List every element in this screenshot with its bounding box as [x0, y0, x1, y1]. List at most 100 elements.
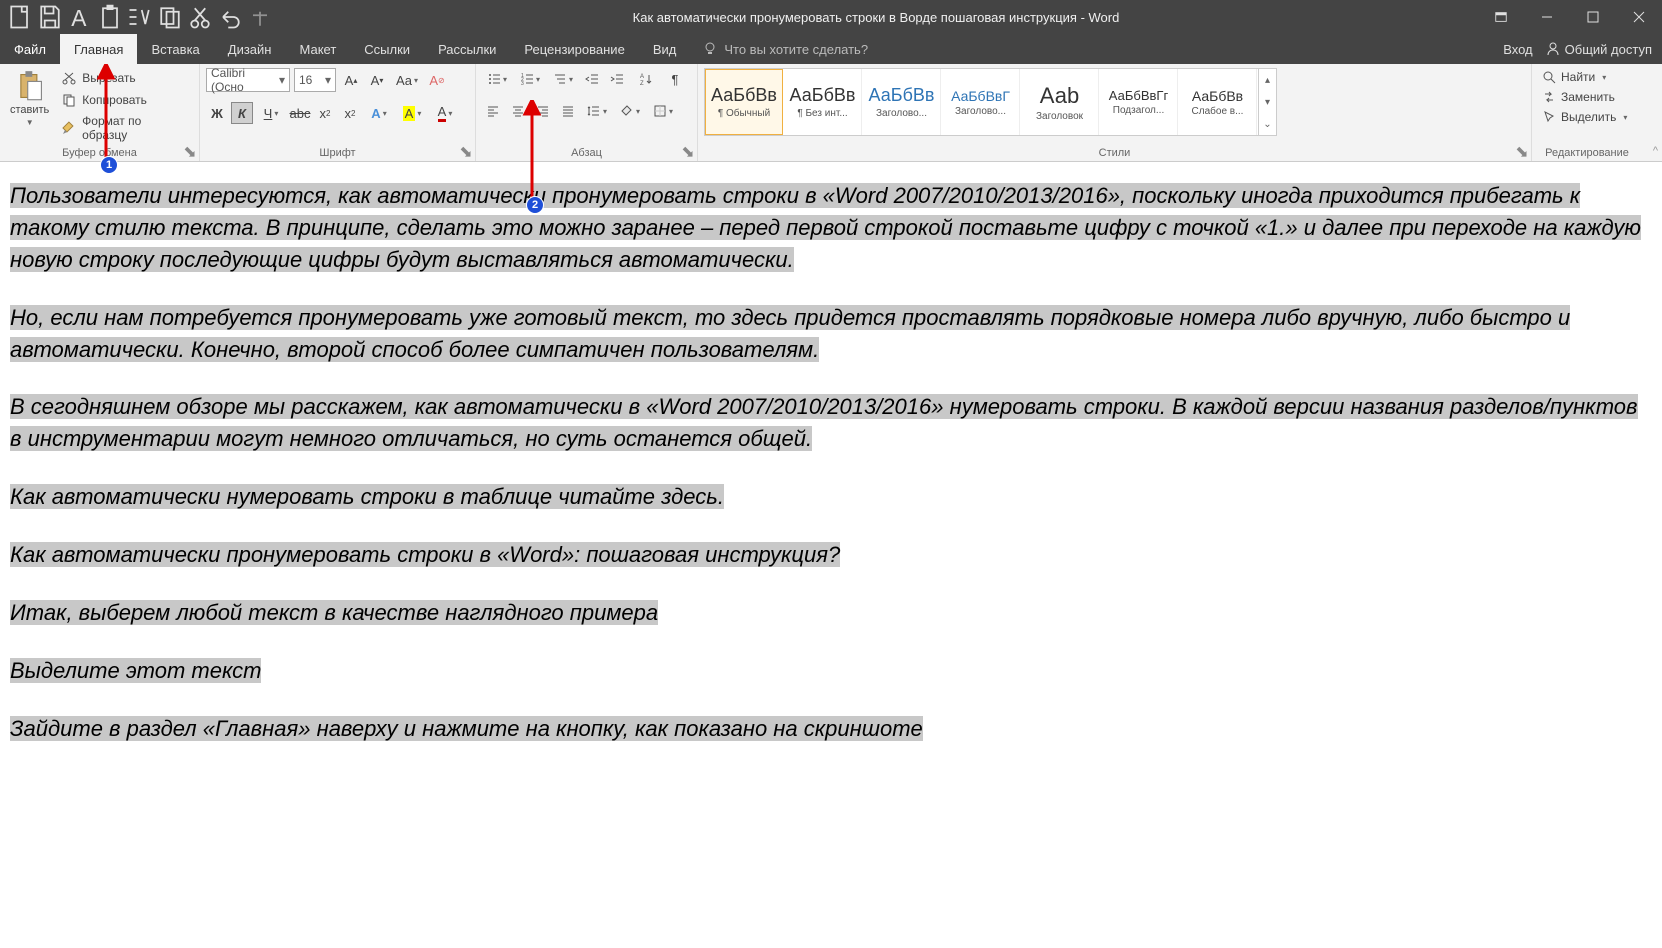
group-font-label: Шрифт — [206, 145, 469, 161]
paragraph-launcher[interactable]: ⬊ — [681, 145, 695, 159]
arrow-annotation-1 — [96, 64, 116, 164]
new-doc-icon[interactable] — [6, 3, 34, 31]
styles-gallery[interactable]: АаБбВв¶ Обычный АаБбВв¶ Без инт... АаБбВ… — [704, 68, 1277, 136]
scissors-icon — [61, 70, 77, 86]
tell-me-placeholder: Что вы хотите сделать? — [724, 42, 868, 57]
share-button[interactable]: Общий доступ — [1545, 41, 1652, 57]
undo-icon[interactable] — [216, 3, 244, 31]
superscript-button[interactable]: x2 — [339, 102, 361, 124]
clipboard-launcher[interactable]: ⬊ — [183, 145, 197, 159]
grow-font-button[interactable]: A▴ — [340, 69, 362, 91]
text-effects-button[interactable]: A▾ — [364, 102, 394, 124]
strike-button[interactable]: abc — [289, 102, 311, 124]
ribbon-display-icon[interactable] — [1478, 0, 1524, 34]
select-button[interactable]: Выделить▾ — [1538, 108, 1631, 126]
font-color-button[interactable]: A▾ — [430, 102, 460, 124]
increase-indent-button[interactable] — [606, 68, 628, 90]
font-launcher[interactable]: ⬊ — [459, 145, 473, 159]
sort-button[interactable]: AZ — [631, 68, 661, 90]
tab-layout[interactable]: Макет — [285, 34, 350, 64]
multilevel-button[interactable]: ▾ — [548, 68, 578, 90]
style-subtle[interactable]: АаБбВвСлабое в... — [1179, 69, 1257, 135]
styles-more-button[interactable]: ⌄ — [1259, 113, 1276, 135]
document-area[interactable]: Пользователи интересуются, как автоматич… — [0, 162, 1662, 789]
quick-access-toolbar: A — [0, 3, 274, 31]
title-bar: A Как автоматически пронумеровать строки… — [0, 0, 1662, 34]
styles-down-button[interactable]: ▾ — [1259, 91, 1276, 113]
show-marks-button[interactable]: ¶ — [664, 68, 686, 90]
clipboard-icon — [16, 70, 44, 102]
line-spacing-button[interactable]: ▾ — [582, 100, 612, 122]
paste-icon[interactable] — [96, 3, 124, 31]
save-icon[interactable] — [36, 3, 64, 31]
tab-view[interactable]: Вид — [639, 34, 691, 64]
doc-paragraph: Но, если нам потребуется пронумеровать у… — [10, 302, 1652, 366]
tab-design[interactable]: Дизайн — [214, 34, 286, 64]
search-icon — [1542, 70, 1556, 84]
paste-button[interactable]: ставить ▼ — [6, 68, 53, 145]
copy-icon[interactable] — [156, 3, 184, 31]
styles-up-button[interactable]: ▴ — [1259, 69, 1276, 91]
copy-button[interactable]: Копировать — [57, 90, 193, 110]
shrink-font-button[interactable]: A▾ — [366, 69, 388, 91]
style-subtitle[interactable]: АаБбВвГгПодзагол... — [1100, 69, 1178, 135]
style-heading1[interactable]: АаБбВвЗаголово... — [863, 69, 941, 135]
doc-paragraph: Как автоматически нумеровать строки в та… — [10, 481, 1652, 513]
close-button[interactable] — [1616, 0, 1662, 34]
tell-me-search[interactable]: Что вы хотите сделать? — [690, 34, 868, 64]
style-no-spacing[interactable]: АаБбВв¶ Без инт... — [784, 69, 862, 135]
style-heading2[interactable]: АаБбВвГЗаголово... — [942, 69, 1020, 135]
collapse-ribbon-button[interactable]: ^ — [1653, 145, 1658, 157]
tab-references[interactable]: Ссылки — [350, 34, 424, 64]
font-icon[interactable]: A — [66, 3, 94, 31]
tab-file[interactable]: Файл — [0, 34, 60, 64]
change-case-button[interactable]: Aa▾ — [392, 69, 422, 91]
bold-button[interactable]: Ж — [206, 102, 228, 124]
underline-button[interactable]: Ч▾ — [256, 102, 286, 124]
bullets-button[interactable]: ▾ — [482, 68, 512, 90]
window-controls — [1478, 0, 1662, 34]
badge-2: 2 — [526, 196, 544, 214]
minimize-button[interactable] — [1524, 0, 1570, 34]
borders-button[interactable]: ▾ — [648, 100, 678, 122]
spelling-icon[interactable] — [126, 3, 154, 31]
styles-launcher[interactable]: ⬊ — [1515, 145, 1529, 159]
italic-button[interactable]: К — [231, 102, 253, 124]
lightbulb-icon — [702, 41, 718, 57]
shading-button[interactable]: ▾ — [615, 100, 645, 122]
tab-review[interactable]: Рецензирование — [510, 34, 638, 64]
subscript-button[interactable]: x2 — [314, 102, 336, 124]
replace-button[interactable]: Заменить — [1538, 88, 1631, 106]
tab-home[interactable]: Главная — [60, 34, 137, 64]
align-left-button[interactable] — [482, 100, 504, 122]
window-title: Как автоматически пронумеровать строки в… — [274, 10, 1478, 25]
clear-format-button[interactable]: A⊘ — [426, 69, 448, 91]
format-painter-button[interactable]: Формат по образцу — [57, 112, 193, 144]
group-editing-label: Редактирование — [1538, 145, 1636, 161]
group-font: Calibri (Осно▾ 16▾ A▴ A▾ Aa▾ A⊘ Ж К Ч▾ a… — [200, 64, 476, 161]
share-icon — [1545, 41, 1561, 57]
style-normal[interactable]: АаБбВв¶ Обычный — [705, 69, 783, 135]
tab-mailings[interactable]: Рассылки — [424, 34, 510, 64]
svg-text:3: 3 — [521, 81, 524, 86]
find-button[interactable]: Найти▾ — [1538, 68, 1631, 86]
decrease-indent-button[interactable] — [581, 68, 603, 90]
ribbon: ставить ▼ Вырезать Копировать Формат по … — [0, 64, 1662, 162]
maximize-button[interactable] — [1570, 0, 1616, 34]
cut-button[interactable]: Вырезать — [57, 68, 193, 88]
svg-text:Z: Z — [640, 81, 644, 86]
qat-customize-icon[interactable] — [246, 3, 274, 31]
doc-paragraph: Пользователи интересуются, как автоматич… — [10, 180, 1652, 276]
signin-link[interactable]: Вход — [1503, 42, 1532, 57]
tab-insert[interactable]: Вставка — [137, 34, 213, 64]
numbering-button[interactable]: 123▾ — [515, 68, 545, 90]
font-size-combo[interactable]: 16▾ — [294, 68, 336, 92]
style-title[interactable]: АаbЗаголовок — [1021, 69, 1099, 135]
doc-paragraph: Итак, выберем любой текст в качестве наг… — [10, 597, 1652, 629]
group-editing: Найти▾ Заменить Выделить▾ Редактирование — [1532, 64, 1642, 161]
group-paragraph-label: Абзац — [482, 145, 691, 161]
cut-icon[interactable] — [186, 3, 214, 31]
align-justify-button[interactable] — [557, 100, 579, 122]
font-name-combo[interactable]: Calibri (Осно▾ — [206, 68, 290, 92]
highlight-button[interactable]: A▾ — [397, 102, 427, 124]
